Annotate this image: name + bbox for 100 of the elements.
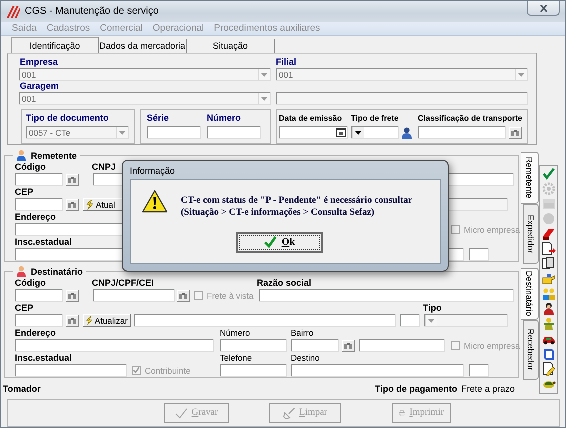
checkbox-label: Micro empresa	[464, 340, 520, 350]
person-icon[interactable]	[401, 126, 413, 138]
side-tab[interactable]: Destinatário	[521, 268, 539, 320]
check-icon	[264, 236, 277, 249]
lookup-button[interactable]	[66, 314, 79, 326]
field-label: Número	[220, 328, 250, 338]
field-label: Tomador	[3, 384, 41, 394]
small-field[interactable]	[469, 248, 489, 261]
field-label: Endereço	[15, 328, 56, 338]
field-label: Razão social	[257, 278, 312, 288]
field-label: Garagem	[20, 81, 60, 91]
destination-field[interactable]	[291, 364, 464, 377]
checkbox-label: Micro empresa	[464, 224, 520, 234]
field-value: Frete a prazo	[461, 384, 515, 394]
section-title: Destinatário	[31, 266, 84, 276]
binoculars-icon[interactable]	[179, 292, 188, 299]
pages-icon[interactable]	[542, 257, 556, 271]
cnpj-field[interactable]	[93, 289, 175, 302]
binoculars-icon[interactable]	[68, 201, 77, 208]
lookup-button[interactable]	[66, 174, 79, 186]
state-registration-field[interactable]	[15, 364, 127, 377]
garage-dropdown[interactable]: 001	[19, 92, 271, 105]
person-icon[interactable]	[542, 302, 556, 316]
binoculars-icon[interactable]	[68, 176, 77, 183]
field-label: CNPJ	[92, 162, 116, 172]
binoculars-icon[interactable]	[68, 292, 77, 299]
branch-dropdown[interactable]: 001	[276, 68, 528, 81]
side-tab[interactable]: Expedidor	[523, 204, 539, 264]
dialog-message: CT-e com status de "P - Pendente" é necessário consultar	[181, 196, 413, 206]
field-label: Tipo de frete	[351, 114, 399, 122]
field-label: Código	[15, 278, 46, 288]
dropdown-arrow-icon[interactable]	[355, 130, 362, 134]
eraser-icon[interactable]	[542, 227, 556, 241]
field-label: Destino	[291, 353, 320, 363]
binoculars-icon[interactable]	[511, 129, 520, 136]
section-title: Remetente	[31, 150, 78, 160]
transport-class-field[interactable]	[418, 126, 506, 139]
check-icon[interactable]	[542, 167, 556, 181]
lookup-button[interactable]	[66, 198, 79, 210]
field-label: Tipo	[423, 303, 442, 313]
code-field[interactable]	[15, 173, 63, 186]
address-detail-field[interactable]	[134, 314, 396, 327]
check-icon	[174, 408, 188, 418]
brush-icon	[282, 408, 296, 418]
phone-field[interactable]	[220, 364, 287, 377]
people-icon[interactable]	[542, 287, 556, 301]
binoculars-icon[interactable]	[68, 317, 77, 324]
window-title: CGS - Manutenção de serviço	[25, 6, 159, 17]
district-field[interactable]	[291, 339, 339, 352]
dialog-title: Informação	[130, 166, 176, 178]
type-dropdown[interactable]	[424, 314, 508, 327]
company-dropdown[interactable]: 001	[19, 68, 271, 81]
close-button[interactable]	[527, 1, 560, 16]
update-button[interactable]: Atualizar	[83, 314, 131, 327]
lightning-icon	[86, 316, 93, 326]
field-label: Insc.estadual	[15, 353, 72, 363]
tab[interactable]: Dados da mercadoria	[99, 39, 187, 53]
document-type-dropdown[interactable]: 0057 - CTe	[26, 126, 129, 139]
field-label: CNPJ/CPF/CEI	[92, 278, 154, 288]
field-label: Insc.estadual	[15, 237, 72, 247]
lookup-button[interactable]	[509, 126, 522, 138]
small-field[interactable]	[469, 364, 489, 377]
logo-icon	[7, 6, 21, 18]
city-field[interactable]	[359, 339, 445, 352]
side-tab[interactable]: Remetente	[521, 152, 539, 204]
book-icon[interactable]	[542, 347, 556, 361]
series-field[interactable]	[147, 126, 201, 139]
field-label: Empresa	[20, 57, 58, 67]
calendar-icon[interactable]	[336, 128, 346, 137]
tab[interactable]: Identificação	[11, 37, 99, 53]
field-label: CEP	[15, 187, 34, 197]
number-field[interactable]	[220, 339, 287, 352]
checkbox-label: Frete à vista	[207, 290, 254, 300]
number-field[interactable]	[207, 126, 261, 139]
address-field[interactable]	[15, 339, 214, 352]
side-tab[interactable]: Recebedor	[523, 320, 539, 380]
close-icon[interactable]	[540, 4, 548, 12]
lookup-button[interactable]	[66, 290, 79, 302]
date-field[interactable]	[279, 126, 348, 139]
cep-field[interactable]	[15, 314, 63, 327]
lookup-button[interactable]	[342, 340, 355, 352]
cep-field[interactable]	[15, 198, 63, 211]
warning-icon	[142, 190, 168, 213]
field-label: Filial	[276, 57, 297, 67]
field-label: Classificação de transporte	[418, 114, 522, 122]
figure-icon[interactable]	[542, 317, 556, 331]
ok-button[interactable]: Ok	[236, 232, 323, 253]
checkbox-label: Contribuinte	[145, 366, 191, 376]
field-label: Tipo de documento	[26, 113, 109, 123]
field-label: Telefone	[220, 353, 252, 363]
person-icon	[16, 266, 27, 277]
document-pencil-icon[interactable]	[542, 362, 556, 376]
lookup-button[interactable]	[177, 290, 190, 302]
company-name-field[interactable]	[259, 289, 514, 302]
freight-type-dropdown[interactable]	[351, 126, 399, 139]
binoculars-icon[interactable]	[344, 342, 353, 349]
document-arrow-icon[interactable]	[542, 242, 556, 256]
small-field[interactable]	[400, 314, 420, 327]
hand-icon[interactable]	[542, 272, 556, 286]
code-field[interactable]	[15, 289, 63, 302]
